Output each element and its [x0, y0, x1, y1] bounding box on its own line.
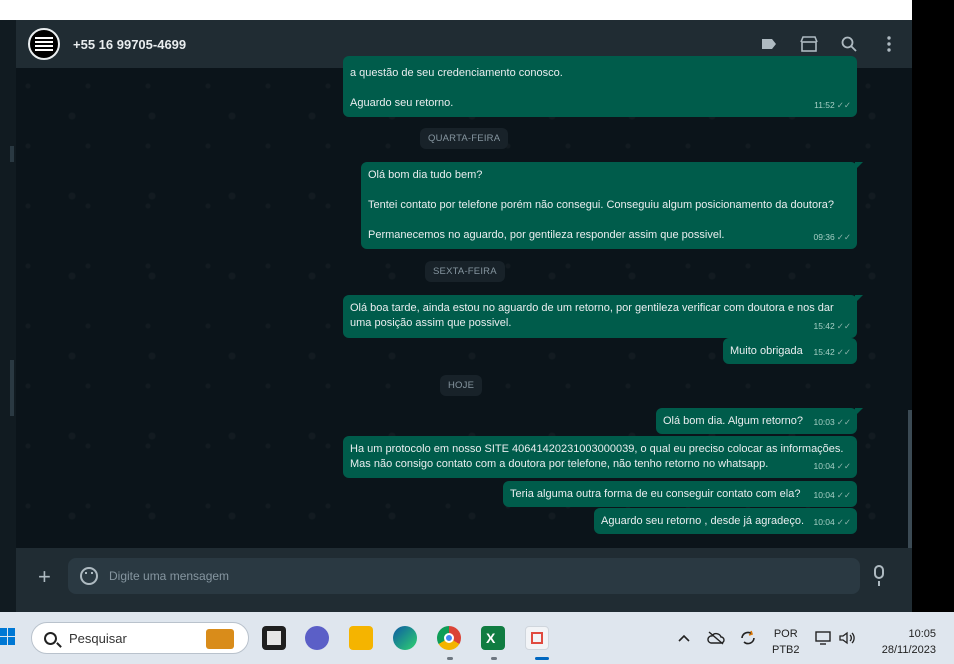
chat-window: +55 16 99705-4699 a questão de seu crede… [16, 20, 912, 612]
message-bubble[interactable]: Olá bom dia. Algum retorno? 10:03 ✓✓ [656, 408, 863, 434]
message-bubble[interactable]: a questão de seu credenciamento conosco.… [343, 56, 857, 117]
active-indicator [447, 657, 453, 660]
message-text: Olá bom dia tudo bem? Tentei contato por… [368, 169, 834, 241]
message-time: 15:42 [813, 321, 835, 331]
taskbar-search[interactable]: Pesquisar [31, 622, 249, 654]
double-check-icon: ✓✓ [836, 417, 851, 427]
desktop-right [912, 0, 954, 612]
message-time: 10:04 [813, 490, 835, 500]
sync-icon[interactable] [739, 612, 757, 664]
message-input[interactable] [109, 558, 809, 594]
message-text: Olá boa tarde, ainda estou no aguardo de… [350, 302, 837, 329]
day-label: QUARTA-FEIRA [420, 128, 509, 149]
double-check-icon: ✓✓ [836, 347, 851, 357]
explorer-icon[interactable] [262, 626, 286, 650]
windows-start-icon[interactable] [0, 628, 16, 648]
message-bubble[interactable]: Ha um protocolo em nosso SITE 4064142023… [343, 436, 857, 478]
folder-icon[interactable] [349, 626, 373, 650]
edge-icon[interactable] [393, 626, 417, 650]
speaker-icon[interactable] [838, 612, 856, 664]
language-line1: POR [773, 628, 798, 640]
message-time: 09:36 [813, 232, 835, 242]
contact-name[interactable]: +55 16 99705-4699 [73, 37, 186, 52]
message-time: 11:52 [814, 100, 835, 110]
active-indicator [491, 657, 497, 660]
double-check-icon: ✓✓ [836, 461, 851, 471]
clock-date: 28/11/2023 [881, 644, 936, 656]
message-time: 10:04 [813, 517, 835, 527]
message-time: 10:04 [813, 461, 835, 471]
double-check-icon: ✓✓ [836, 321, 851, 331]
message-text: a questão de seu credenciamento conosco.… [350, 67, 563, 109]
taskbar-search-placeholder: Pesquisar [69, 630, 127, 646]
snipping-tool-icon[interactable] [525, 626, 549, 650]
clock-time: 10:05 [908, 628, 936, 640]
chat-list-edge [0, 20, 16, 612]
scrollbar[interactable] [908, 410, 912, 568]
search-icon[interactable] [840, 36, 858, 52]
microphone-icon[interactable] [874, 565, 884, 586]
label-icon[interactable] [760, 38, 778, 50]
double-check-icon: ✓✓ [836, 232, 851, 242]
message-input-box[interactable] [68, 558, 860, 594]
message-bubble[interactable]: Aguardo seu retorno , desde já agradeço.… [594, 508, 857, 534]
emoji-icon[interactable] [80, 567, 98, 585]
message-bubble[interactable]: Muito obrigada 15:42 ✓✓ [723, 338, 857, 364]
menu-icon[interactable] [880, 36, 898, 52]
double-check-icon: ✓✓ [836, 490, 851, 500]
active-indicator [535, 657, 549, 660]
show-hidden-icons[interactable] [678, 612, 690, 664]
composer: + [16, 548, 912, 612]
store-icon[interactable] [800, 36, 818, 52]
message-bubble[interactable]: Olá boa tarde, ainda estou no aguardo de… [343, 295, 863, 338]
day-label: HOJE [440, 375, 483, 396]
message-bubble[interactable]: Olá bom dia tudo bem? Tentei contato por… [361, 162, 863, 249]
display-icon[interactable] [815, 612, 831, 664]
day-label: SEXTA-FEIRA [425, 261, 505, 282]
double-check-icon: ✓✓ [836, 100, 851, 110]
avatar[interactable] [28, 28, 60, 60]
message-time: 10:03 [813, 417, 835, 427]
taskbar: Pesquisar X POR PTB2 10:05 28/11/2023 [0, 612, 954, 664]
excel-icon[interactable]: X [481, 626, 505, 650]
search-icon [44, 631, 57, 645]
zoom-icon[interactable] [305, 626, 329, 650]
language-line2: PTB2 [772, 644, 800, 656]
message-time: 15:42 [813, 347, 835, 357]
language-indicator[interactable]: POR PTB2 [772, 626, 800, 658]
briefcase-icon [206, 629, 234, 649]
cloud-offline-icon[interactable] [707, 612, 725, 664]
taskbar-clock[interactable]: 10:05 28/11/2023 [872, 626, 936, 658]
desktop-top [0, 0, 954, 20]
message-text: Teria alguma outra forma de eu conseguir… [510, 488, 801, 500]
message-bubble[interactable]: Teria alguma outra forma de eu conseguir… [503, 481, 857, 507]
chrome-icon[interactable] [437, 626, 461, 650]
message-text: Ha um protocolo em nosso SITE 4064142023… [350, 443, 847, 470]
attach-plus-icon[interactable]: + [38, 564, 51, 590]
double-check-icon: ✓✓ [836, 517, 851, 527]
